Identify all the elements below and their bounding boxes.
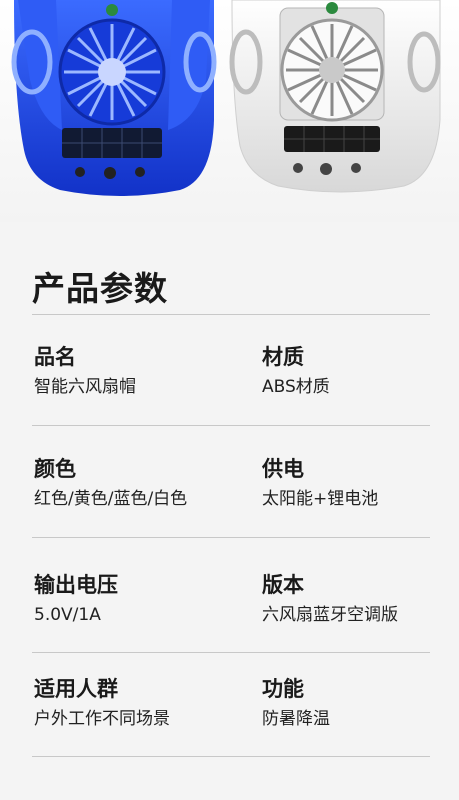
blue-helmet bbox=[11, 0, 217, 196]
spec-value: 六风扇蓝牙空调版 bbox=[262, 605, 398, 625]
spec-label: 材质 bbox=[262, 345, 304, 369]
spec-value: ABS材质 bbox=[262, 377, 330, 397]
spec-value: 户外工作不同场景 bbox=[34, 709, 170, 729]
spec-label: 输出电压 bbox=[34, 573, 118, 597]
spec-item-power: 供电 太阳能+锂电池 bbox=[262, 456, 378, 510]
spec-label: 版本 bbox=[262, 573, 304, 597]
spec-item-material: 材质 ABS材质 bbox=[262, 344, 330, 398]
product-spec-page: 产品参数 品名 智能六风扇帽 材质 ABS材质 颜色 红色/黄色/蓝色/白色 供… bbox=[0, 0, 459, 800]
spec-label: 适用人群 bbox=[34, 677, 118, 701]
spec-label: 功能 bbox=[262, 677, 304, 701]
spec-label: 颜色 bbox=[34, 457, 76, 481]
spec-item-version: 版本 六风扇蓝牙空调版 bbox=[262, 572, 398, 626]
divider bbox=[32, 652, 430, 653]
spec-value: 5.0V/1A bbox=[34, 605, 101, 625]
spec-label: 品名 bbox=[34, 345, 76, 369]
divider bbox=[32, 537, 430, 538]
white-helmet bbox=[229, 0, 441, 193]
product-photo bbox=[0, 0, 459, 222]
divider bbox=[32, 425, 430, 426]
spec-value: 防暑降温 bbox=[262, 709, 330, 729]
divider bbox=[32, 756, 430, 757]
spec-label: 供电 bbox=[262, 457, 304, 481]
spec-value: 红色/黄色/蓝色/白色 bbox=[34, 489, 188, 509]
spec-item-voltage: 输出电压 5.0V/1A bbox=[34, 572, 118, 626]
divider bbox=[32, 314, 430, 315]
section-title: 产品参数 bbox=[32, 269, 168, 308]
spec-item-users: 适用人群 户外工作不同场景 bbox=[34, 676, 170, 730]
spec-value: 太阳能+锂电池 bbox=[262, 489, 379, 509]
spec-item-color: 颜色 红色/黄色/蓝色/白色 bbox=[34, 456, 187, 510]
spec-item-function: 功能 防暑降温 bbox=[262, 676, 330, 730]
spec-item-name: 品名 智能六风扇帽 bbox=[34, 344, 136, 398]
spec-value: 智能六风扇帽 bbox=[34, 377, 136, 397]
